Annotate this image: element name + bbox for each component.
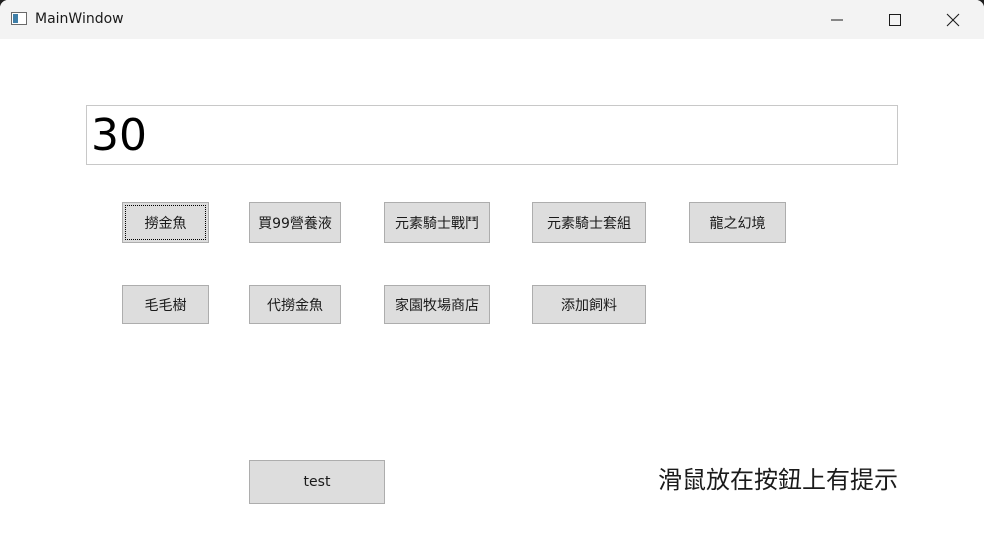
maximize-icon	[889, 14, 901, 26]
element-knight-battle-button[interactable]: 元素騎士戰鬥	[384, 202, 490, 243]
minimize-icon	[831, 19, 843, 21]
dragon-realm-button[interactable]: 龍之幻境	[689, 202, 786, 243]
close-button[interactable]	[924, 0, 982, 39]
window-title: MainWindow	[35, 11, 124, 27]
catch-goldfish-button[interactable]: 撈金魚	[122, 202, 209, 243]
minimize-button[interactable]	[808, 0, 866, 39]
value-text: 30	[91, 110, 147, 161]
element-knight-set-button[interactable]: 元素騎士套組	[532, 202, 646, 243]
test-button[interactable]: test	[249, 460, 385, 504]
maximize-button[interactable]	[866, 0, 924, 39]
close-icon	[946, 13, 960, 27]
app-window-icon	[11, 12, 27, 25]
title-bar[interactable]: MainWindow	[0, 0, 984, 39]
buy-99-nutrient-button[interactable]: 買99營養液	[249, 202, 341, 243]
proxy-catch-goldfish-button[interactable]: 代撈金魚	[249, 285, 341, 324]
main-window: MainWindow 30 撈金魚 買99營養液 元素騎士戰鬥 元素騎士套組 龍…	[0, 0, 984, 555]
home-ranch-shop-button[interactable]: 家園牧場商店	[384, 285, 490, 324]
value-textbox[interactable]: 30	[86, 105, 898, 165]
add-feed-button[interactable]: 添加飼料	[532, 285, 646, 324]
caterpillar-tree-button[interactable]: 毛毛樹	[122, 285, 209, 324]
hover-hint-label: 滑鼠放在按鈕上有提示	[658, 466, 898, 494]
